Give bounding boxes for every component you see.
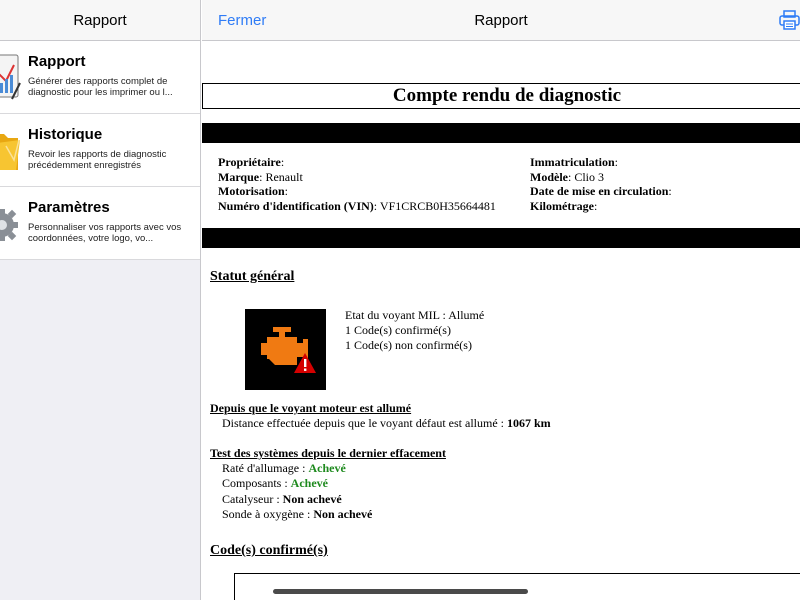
owner-label: Propriétaire [218,155,281,169]
since-mil-title: Depuis que le voyant moteur est allumé [210,401,412,415]
model-value: Clio 3 [574,169,605,184]
info-divider-bar [202,228,800,248]
system-test-row: Composants : Achevé [222,476,328,491]
vehicle-info-right: Immatriculation: Modèle: Clio 3 Date de … [530,155,672,213]
sidebar-item-historique[interactable]: Historique Revoir les rapports de diagno… [0,114,200,187]
mil-distance-line: Distance effectuée depuis que le voyant … [222,416,551,431]
nav-title: Rapport [474,12,528,29]
system-test-row: Raté d'allumage : Achevé [222,461,346,476]
reg-date-label: Date de mise en circulation [530,184,669,199]
confirmed-codes-table [234,573,800,600]
sidebar-header: Rapport [0,0,200,41]
sidebar-item-rapport[interactable]: Rapport Générer des rapports complet de … [0,41,200,114]
check-engine-warning-icon [245,309,326,390]
system-tests-title: Test des systèmes depuis le dernier effa… [210,446,446,460]
vin-value: VF1CRCB0H35664481 [379,198,496,213]
sidebar-item-description: Revoir les rapports de diagnostic précéd… [28,149,167,171]
plate-label: Immatriculation [530,155,615,169]
printer-icon[interactable] [779,10,800,30]
report-panel: Fermer Rapport Compte rendu de diagnosti… [202,0,800,600]
home-indicator[interactable] [273,589,528,594]
sidebar-item-title: Historique [28,126,103,143]
engine-label: Motorisation [218,184,285,199]
system-test-label: Catalyseur : [222,492,283,506]
sidebar: Rapport Rapport Générer des rapports com… [0,0,201,600]
system-test-row: Catalyseur : Non achevé [222,492,342,507]
gear-icon [0,199,22,247]
vin-label: Numéro d'identification (VIN) [218,198,374,213]
make-value: Renault [265,169,303,184]
system-test-label: Composants : [222,476,291,490]
confirmed-codes-title: Code(s) confirmé(s) [210,543,328,558]
report-document: Compte rendu de diagnostic Propriétaire:… [202,41,800,600]
system-test-status: Achevé [308,461,346,475]
sidebar-item-title: Rapport [28,53,86,70]
sidebar-item-parametres[interactable]: Paramètres Personnaliser vos rapports av… [0,187,200,260]
sidebar-item-description: Personnaliser vos rapports avec vos coor… [28,222,182,244]
system-test-status: Non achevé [313,507,373,521]
general-status-title: Statut général [210,269,295,284]
folder-icon [0,126,22,174]
report-chart-icon [0,53,22,101]
sidebar-item-description: Générer des rapports complet de diagnost… [28,76,173,98]
header-divider-bar [202,123,800,143]
vehicle-info-left: Propriétaire: Marque: Renault Motorisati… [218,155,496,213]
sidebar-title: Rapport [73,11,127,29]
system-test-row: Sonde à oxygène : Non achevé [222,507,372,522]
mil-distance-value: 1067 km [507,416,551,430]
mil-state-text: Etat du voyant MIL : Allumé [345,308,485,322]
confirmed-codes-count: 1 Code(s) confirmé(s) [345,323,451,337]
navigation-bar: Fermer Rapport [202,0,800,41]
mil-distance-label: Distance effectuée depuis que le voyant … [222,416,507,430]
system-test-label: Sonde à oxygène : [222,507,314,521]
unconfirmed-codes-count: 1 Code(s) non confirmé(s) [345,338,472,352]
report-title: Compte rendu de diagnostic [202,83,800,109]
mileage-label: Kilométrage [530,198,594,213]
system-test-status: Achevé [290,476,328,490]
system-test-status: Non achevé [282,492,342,506]
sidebar-item-title: Paramètres [28,199,110,216]
model-label: Modèle [530,169,568,184]
system-test-label: Raté d'allumage : [222,461,309,475]
make-label: Marque [218,169,260,184]
